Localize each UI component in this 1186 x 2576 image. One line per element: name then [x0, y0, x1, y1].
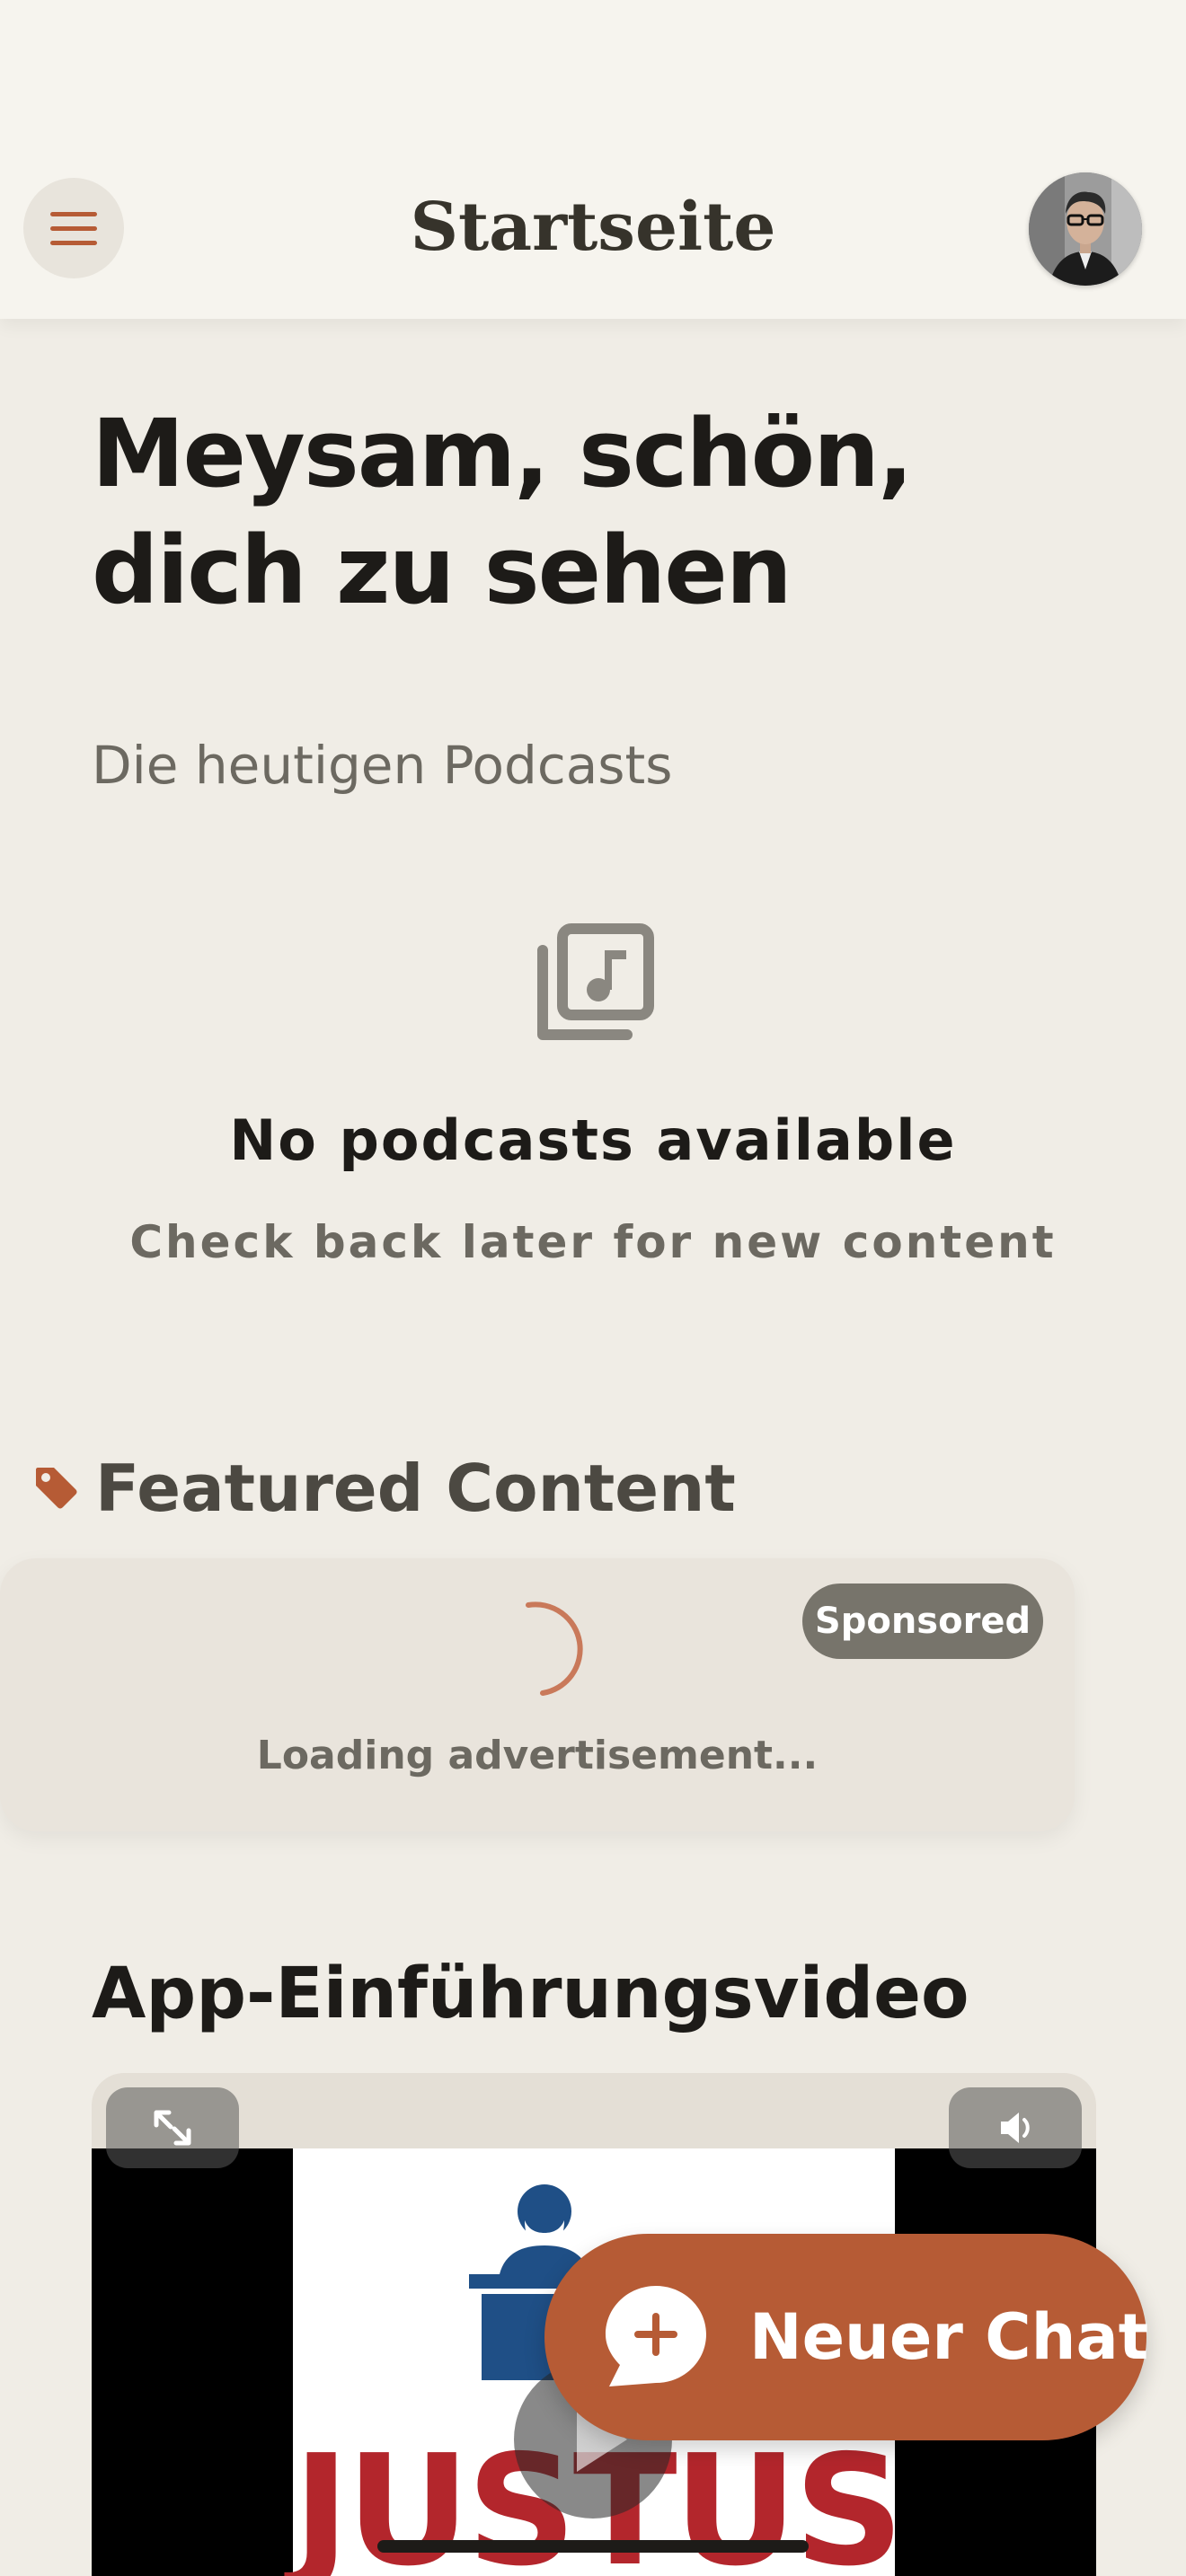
- volume-icon: [1001, 2113, 1030, 2143]
- home-screen: Startseite Meysam, schön, dich zu sehen …: [0, 0, 1186, 2576]
- greeting-line-2: dich zu sehen: [92, 516, 792, 625]
- ad-loading-text: Loading advertisement...: [256, 1733, 819, 1778]
- chat-plus-icon: [606, 2286, 706, 2386]
- featured-title: Featured Content: [95, 1451, 736, 1526]
- empty-state-title: No podcasts available: [229, 1107, 957, 1173]
- menu-button[interactable]: [23, 178, 124, 278]
- new-chat-button[interactable]: Neuer Chat: [544, 2234, 1149, 2440]
- volume-button[interactable]: [949, 2087, 1082, 2168]
- user-avatar-icon: [1029, 172, 1142, 286]
- avatar[interactable]: [1029, 172, 1142, 286]
- loading-spinner-icon: [526, 1601, 583, 1696]
- advertisement-card[interactable]: Sponsored Loading advertisement...: [0, 1558, 1075, 1831]
- new-chat-label: Neuer Chat: [749, 2300, 1149, 2374]
- video-section-title: App-Einführungsvideo: [92, 1954, 969, 2034]
- home-indicator: [377, 2540, 809, 2553]
- podcasts-subtitle: Die heutigen Podcasts: [92, 735, 673, 796]
- page-title: Startseite: [410, 189, 776, 266]
- expand-icon: [154, 2110, 191, 2146]
- greeting-line-1: Meysam, schön,: [92, 399, 914, 508]
- music-library-icon: [537, 923, 654, 1040]
- fullscreen-button[interactable]: [106, 2087, 239, 2168]
- greeting-heading: Meysam, schön, dich zu sehen: [92, 395, 1125, 629]
- sponsored-badge: Sponsored: [802, 1584, 1043, 1659]
- empty-state-subtitle: Check back later for new content: [129, 1216, 1057, 1268]
- top-app-bar: Startseite: [0, 0, 1186, 319]
- tag-icon: [36, 1468, 77, 1509]
